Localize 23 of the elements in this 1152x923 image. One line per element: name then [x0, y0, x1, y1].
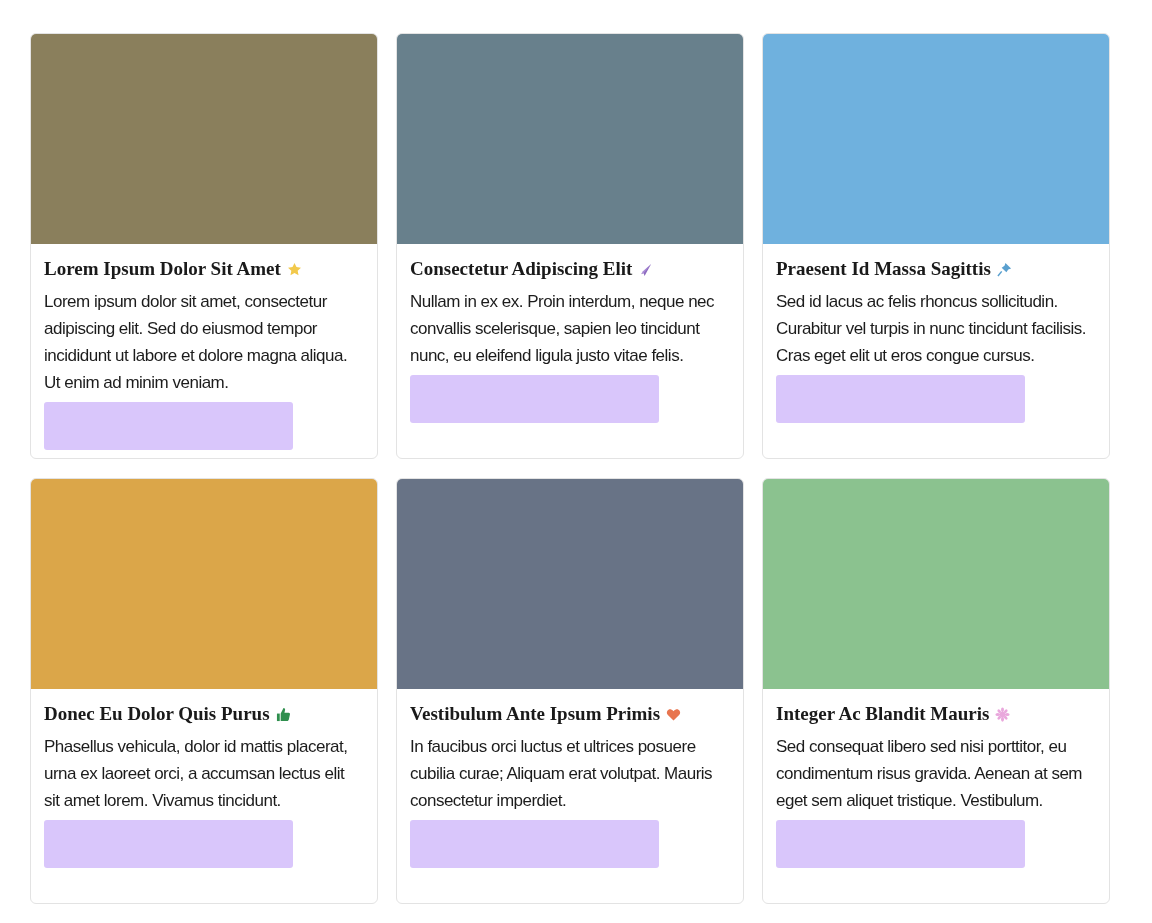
card-description: Phasellus vehicula, dolor id mattis placerat, urna ex laoreet orci, a accumsan lectus elit sit amet lorem. Vivamus tincidunt. [44, 736, 349, 812]
card-description: In faucibus orci luctus et ultrices posuere cubilia curae; Aliquam erat volutpat. Mauris consectetur imperdiet. [410, 736, 714, 812]
pushpin-icon [996, 261, 1012, 277]
card-description: Sed id lacus ac felis rhoncus sollicitudin. Curabitur vel turpis in nunc tincidunt facilisis. Cras eget elit ut eros congue cursus. [776, 291, 1087, 367]
star-icon [286, 261, 302, 277]
card-description: Sed consequat libero sed nisi porttitor, eu condimentum risus gravida. Aenean at sem eget sem aliquet tristique. Vestibulum. [776, 736, 1083, 812]
heart-icon [666, 706, 682, 722]
card-title: Integer Ac Blandit Mauris [776, 703, 990, 725]
blank-button[interactable] [44, 820, 293, 868]
card-title: Vestibulum Ante Ipsum Primis [410, 703, 661, 725]
card-description: Lorem ipsum dolor sit amet, consectetur adipiscing elit. Sed do eiusmod tempor incididunt ut labore et dolore magna aliqua. Ut enim ad minim veniam. [44, 291, 349, 394]
blank-button[interactable] [776, 375, 1025, 423]
blank-button[interactable] [44, 402, 293, 450]
card-title: Donec Eu Dolor Quis Purus [44, 703, 270, 725]
flower-icon [995, 706, 1011, 722]
card-title: Consectetur Adipiscing Elit [410, 258, 633, 280]
thumbs-up-icon [275, 706, 291, 722]
card-description: Nullam in ex ex. Proin interdum, neque nec convallis scelerisque, sapien leo tincidunt nunc, eu eleifend ligula justo vitae felis. [410, 291, 716, 367]
blank-button[interactable] [410, 820, 659, 868]
card-title: Praesent Id Massa Sagittis [776, 258, 991, 280]
card-title: Lorem Ipsum Dolor Sit Amet [44, 258, 281, 280]
blank-button[interactable] [410, 375, 659, 423]
blank-button[interactable] [776, 820, 1025, 868]
